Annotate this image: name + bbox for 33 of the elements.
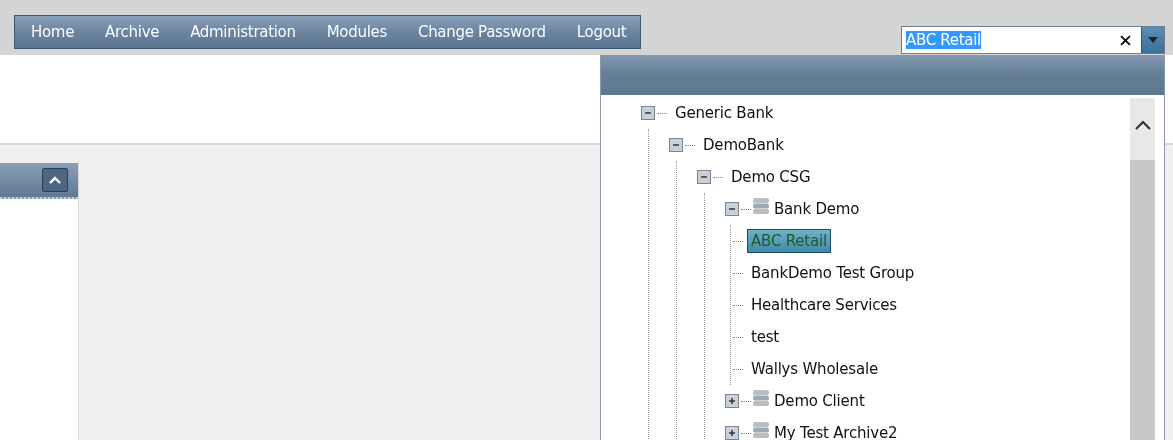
collapse-icon[interactable] xyxy=(669,138,683,152)
collapse-icon[interactable] xyxy=(641,106,655,120)
selected-archive-text: ABC Retail xyxy=(906,31,981,49)
menu-item[interactable]: Logout xyxy=(576,23,627,41)
tree-item[interactable]: Wallys Wholesale xyxy=(747,357,882,381)
menu-item[interactable]: Home xyxy=(31,23,75,41)
caret-icon xyxy=(1148,37,1158,43)
tree-item[interactable]: Healthcare Services xyxy=(747,293,901,317)
scrollbar[interactable] xyxy=(1130,98,1155,440)
menu-item[interactable]: Modules xyxy=(326,23,387,41)
menu-item[interactable]: Administration xyxy=(190,23,296,41)
collapse-icon[interactable] xyxy=(697,170,711,184)
expand-icon[interactable] xyxy=(725,426,739,440)
scroll-up-icon[interactable] xyxy=(1134,120,1151,130)
database-icon xyxy=(752,389,770,407)
dropdown-button[interactable] xyxy=(1141,27,1164,53)
collapse-icon[interactable] xyxy=(725,202,739,216)
menu-item[interactable]: Change Password xyxy=(417,23,546,41)
menu-item[interactable]: Archive xyxy=(105,23,160,41)
tree-item[interactable]: DemoBank xyxy=(699,133,788,157)
chevron-up-icon xyxy=(49,176,61,184)
scroll-thumb[interactable] xyxy=(1130,160,1155,440)
database-icon xyxy=(752,421,770,439)
collapse-button[interactable] xyxy=(42,168,68,192)
tree-item[interactable]: Demo Client xyxy=(770,389,869,413)
tree-item[interactable]: BankDemo Test Group xyxy=(747,261,919,285)
expand-icon[interactable] xyxy=(725,394,739,408)
tree-item[interactable]: Demo CSG xyxy=(727,165,815,189)
database-icon xyxy=(752,197,770,215)
tree-item[interactable]: Bank Demo xyxy=(770,197,864,221)
tree-item[interactable]: test xyxy=(747,325,783,349)
close-icon[interactable] xyxy=(1120,34,1131,46)
tree-item[interactable]: Generic Bank xyxy=(671,101,778,125)
